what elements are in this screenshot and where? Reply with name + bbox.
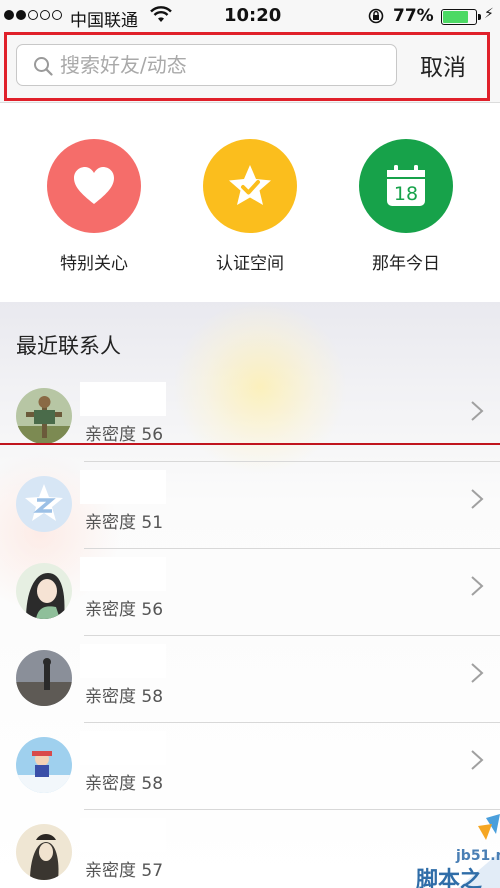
- wifi-icon: [150, 6, 172, 22]
- annotation-highlight-box: [4, 32, 490, 101]
- battery-icon: [441, 9, 481, 25]
- chevron-right-icon: [471, 401, 484, 421]
- on-this-day-badge: 18: [359, 139, 453, 233]
- status-bar: 中国联通 10:20 77% ⚡: [0, 0, 500, 32]
- scarecrow-avatar: [16, 388, 72, 444]
- shortcut-label: 认证空间: [216, 254, 284, 274]
- search-header: 取消: [0, 32, 500, 102]
- contact-row[interactable]: 亲密度 56: [0, 374, 500, 461]
- star-check-icon: [229, 165, 271, 205]
- cartoon-winter-avatar: [16, 737, 72, 793]
- recent-contacts-section: 最近联系人 亲密度 56 亲密度 51 亲密度 56 亲密度 58 亲密度 58…: [0, 302, 500, 888]
- shortcut-grid: 特别关心 认证空间 18 那年今日: [0, 102, 500, 302]
- chevron-right-icon: [471, 489, 484, 509]
- chevron-right-icon: [471, 663, 484, 683]
- intimacy-score: 亲密度 58: [85, 687, 164, 707]
- battery-percentage: 77%: [393, 6, 434, 26]
- clock: 10:20: [224, 5, 282, 26]
- contact-row[interactable]: 亲密度 51: [0, 461, 500, 549]
- person-silhouette-avatar: [16, 650, 72, 706]
- girl-illustration-avatar: [16, 563, 72, 619]
- charging-icon: ⚡: [484, 6, 494, 22]
- intimacy-score: 亲密度 51: [85, 513, 164, 533]
- intimacy-score: 亲密度 56: [85, 600, 164, 620]
- annotation-underline: [0, 443, 500, 445]
- qzone-default-avatar: [16, 476, 72, 532]
- contact-row[interactable]: 亲密度 58: [0, 723, 500, 810]
- intimacy-score: 亲密度 57: [85, 861, 164, 881]
- signal-strength-icon: [4, 10, 62, 20]
- chevron-right-icon: [471, 576, 484, 596]
- shortcut-label: 特别关心: [60, 254, 128, 274]
- shortcut-special-care[interactable]: 特别关心: [34, 139, 154, 274]
- calendar-day: 18: [394, 183, 418, 205]
- heart-icon: [74, 167, 114, 204]
- calendar-icon: 18: [387, 165, 425, 206]
- shortcut-verified-space[interactable]: 认证空间: [190, 139, 310, 274]
- shortcut-label: 那年今日: [372, 254, 440, 274]
- intimacy-score: 亲密度 56: [85, 425, 164, 445]
- contact-row[interactable]: 亲密度 58: [0, 636, 500, 723]
- verified-space-badge: [203, 139, 297, 233]
- contact-row[interactable]: 亲密度 56: [0, 549, 500, 636]
- special-care-badge: [47, 139, 141, 233]
- shortcut-on-this-day[interactable]: 18 那年今日: [346, 139, 466, 274]
- carrier-name: 中国联通: [70, 11, 138, 31]
- ink-portrait-avatar: [16, 824, 72, 880]
- chevron-right-icon: [471, 750, 484, 770]
- section-title: 最近联系人: [16, 334, 121, 358]
- rotation-lock-icon: [368, 8, 384, 24]
- intimacy-score: 亲密度 58: [85, 774, 164, 794]
- watermark-brand: 脚本之家: [416, 868, 483, 888]
